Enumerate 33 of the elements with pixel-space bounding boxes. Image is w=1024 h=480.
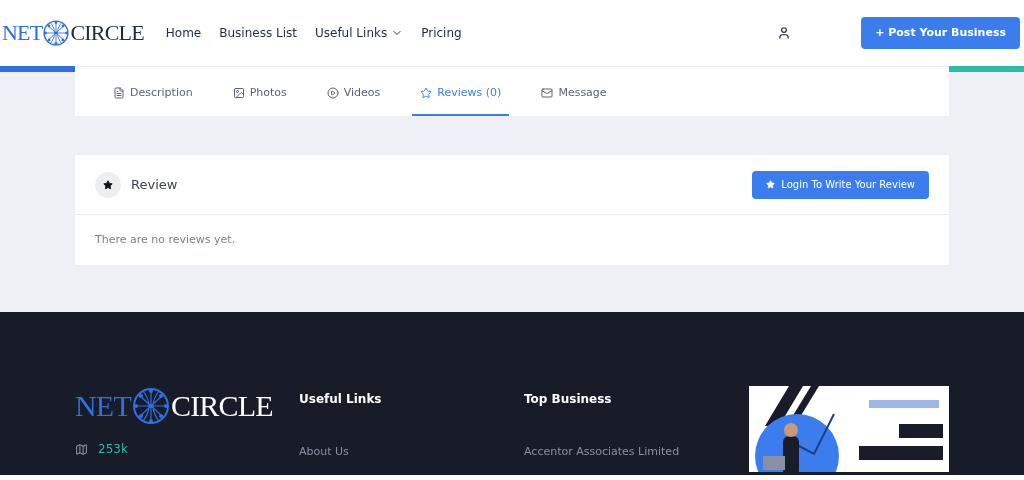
- star-icon: [420, 87, 433, 99]
- tab[interactable]: Description: [105, 72, 201, 116]
- nav-link[interactable]: Pricing: [421, 24, 462, 42]
- logo-text: CIRCLE: [70, 22, 144, 44]
- video-icon: [326, 87, 339, 99]
- user-icon[interactable]: [777, 26, 792, 40]
- stat-value: 253k: [98, 441, 128, 458]
- nav-link[interactable]: Business List: [219, 24, 297, 42]
- post-business-button[interactable]: + Post Your Business: [861, 17, 1020, 49]
- tab[interactable]: Message: [533, 72, 615, 116]
- image-icon: [232, 87, 245, 99]
- footer-link[interactable]: About Us: [299, 444, 524, 461]
- empty-reviews-text: There are no reviews yet.: [95, 231, 236, 248]
- footer-column-title: Useful Links: [299, 391, 383, 408]
- nav-link[interactable]: Home: [165, 24, 202, 42]
- star-icon: [103, 179, 113, 190]
- mail-icon: [541, 87, 554, 99]
- nav-link[interactable]: Useful Links: [314, 24, 404, 42]
- footer-column-title: Top Business: [524, 391, 613, 408]
- logo-text: NET: [75, 391, 131, 421]
- logo-text: CIRCLE: [170, 391, 273, 421]
- tab[interactable]: Reviews (0): [412, 72, 510, 116]
- logo-text: NET: [2, 22, 43, 44]
- globe-logo-icon: [130, 386, 171, 426]
- map-icon: [75, 442, 88, 456]
- tab[interactable]: Photos: [224, 72, 295, 116]
- tab[interactable]: Videos: [318, 72, 389, 116]
- review-title: Review: [131, 175, 178, 194]
- footer-link[interactable]: Accentor Associates Limited: [524, 444, 749, 461]
- star-icon: [766, 180, 776, 189]
- file-icon: [113, 87, 125, 99]
- globe-logo-icon: [42, 19, 71, 47]
- login-review-button[interactable]: Login To Write Your Review: [752, 170, 929, 199]
